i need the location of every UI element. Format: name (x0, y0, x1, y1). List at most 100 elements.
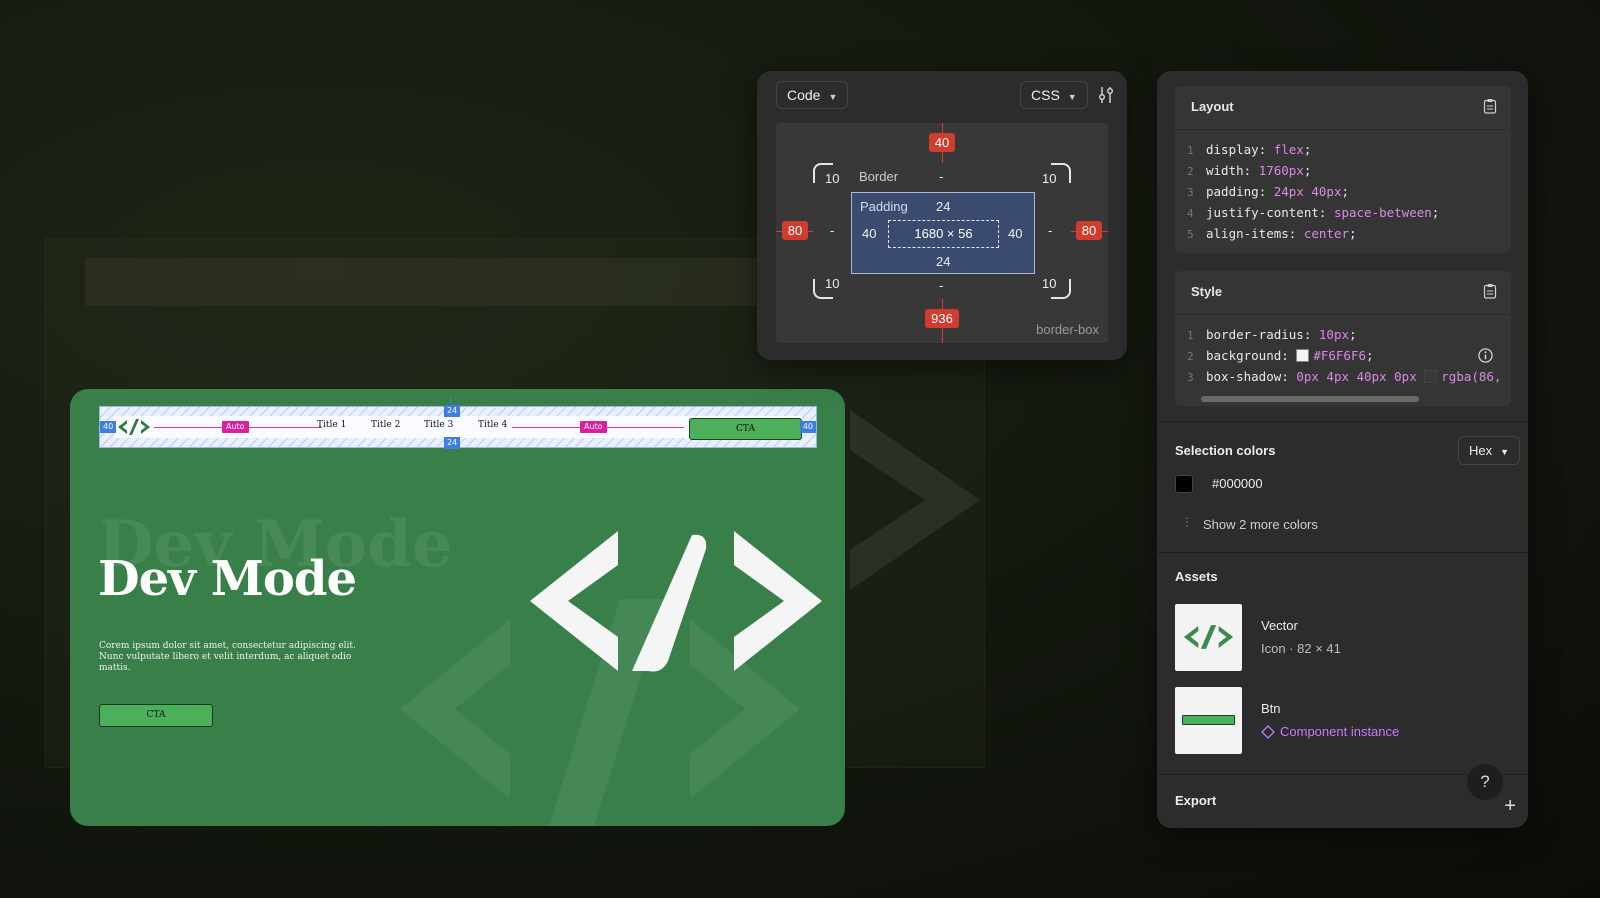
border-left-value: - (830, 223, 835, 238)
color-format-label: Hex (1468, 443, 1493, 458)
nav-title-4[interactable]: Title 4 (478, 420, 507, 430)
gap-bottom-tag: 24 (444, 437, 461, 449)
nav-content: Auto Title 1 Title 2 Title 3 Title 4 Aut… (114, 416, 802, 440)
style-code[interactable]: 1 border-radius: 10px; 2 background: #F6F6… (1175, 314, 1511, 387)
nav-cta-button[interactable]: CTA (689, 418, 802, 440)
padding-box: Padding 24 24 40 40 1680 × 56 (851, 192, 1035, 274)
color-format-dropdown[interactable]: Hex ▼ (1457, 436, 1520, 465)
btn-preview (1182, 715, 1235, 725)
language-dropdown[interactable]: CSS ▼ (1020, 81, 1088, 109)
code-logo-icon (1183, 625, 1234, 649)
asset-btn-thumbnail[interactable] (1175, 687, 1242, 754)
copy-clipboard-icon[interactable] (1483, 283, 1497, 299)
nav-title-2[interactable]: Title 2 (371, 420, 400, 430)
divider (1157, 421, 1528, 422)
border-top-value: - (939, 169, 944, 184)
horizontal-scrollbar[interactable] (1201, 396, 1419, 402)
radius-top-left: 10 (825, 171, 840, 186)
line-number: 2 (1187, 350, 1194, 363)
code-line: 3 padding: 24px 40px; (1175, 181, 1511, 202)
code-line: 2 background: #F6F6F6; (1175, 345, 1511, 366)
margin-left-value: 80 (782, 221, 808, 240)
css-property: align-items (1206, 226, 1289, 241)
css-value: #F6F6F6 (1313, 348, 1367, 363)
css-property: padding (1206, 184, 1259, 199)
radius-bottom-right: 10 (1042, 276, 1057, 291)
line-number: 3 (1187, 371, 1194, 384)
nav-title-1[interactable]: Title 1 (317, 420, 346, 430)
code-line: 2 width: 1760px; (1175, 160, 1511, 181)
margin-right-value: 80 (1076, 221, 1102, 240)
divider (1157, 774, 1528, 775)
border-bottom-value: - (939, 278, 944, 293)
chevron-down-icon: ▼ (828, 92, 838, 102)
settings-sliders-icon[interactable] (1097, 86, 1115, 104)
css-property: box-shadow (1206, 369, 1282, 384)
asset-btn-name: Btn (1261, 701, 1281, 716)
box-model-diagram: 40 936 80 80 10 10 10 10 Border - - - - … (776, 123, 1108, 343)
code-box-model-panel: Code ▼ CSS ▼ 40 936 80 80 10 10 10 10 Bord… (757, 71, 1127, 360)
asset-vector-thumbnail[interactable] (1175, 604, 1242, 671)
chevron-down-icon: ▼ (1067, 92, 1077, 102)
padding-right-value: 40 (1008, 226, 1023, 241)
asset-vector-name: Vector (1261, 618, 1298, 633)
nav-title-3[interactable]: Title 3 (424, 420, 453, 430)
color-swatch (1175, 475, 1193, 493)
radius-top-right: 10 (1042, 171, 1057, 186)
css-value: rgba(86, (1441, 369, 1502, 384)
content-size-box: 1680 × 56 (888, 220, 999, 248)
layout-title: Layout (1191, 99, 1234, 114)
code-line: 1 border-radius: 10px; (1175, 324, 1511, 345)
padding-top-value: 24 (936, 199, 951, 214)
line-number: 1 (1187, 144, 1194, 157)
color-hex: #000000 (1212, 476, 1263, 491)
show-more-colors-link[interactable]: Show 2 more colors (1203, 517, 1318, 532)
selection-colors-title: Selection colors (1175, 443, 1276, 458)
padding-bottom-value: 24 (936, 254, 951, 269)
asset-vector-meta: Icon · 82 × 41 (1261, 641, 1341, 656)
padding-right-tag: 40 (799, 421, 816, 433)
chevron-down-icon: ▼ (1500, 447, 1509, 457)
css-value: space-between (1333, 205, 1432, 220)
line-number: 5 (1187, 228, 1194, 241)
padding-left-value: 40 (862, 226, 877, 241)
auto-spacing-tag-right: Auto (580, 421, 607, 433)
help-button[interactable]: ? (1467, 764, 1503, 800)
divider (1157, 552, 1528, 553)
line-number: 1 (1187, 329, 1194, 342)
code-logo-icon (118, 419, 150, 435)
hero-body-text: Corem ipsum dolor sit amet, consectetur … (99, 641, 356, 673)
hero-title: Dev Mode (98, 551, 357, 607)
copy-clipboard-icon[interactable] (1483, 98, 1497, 114)
css-property: border-radius (1206, 327, 1304, 342)
info-icon[interactable] (1478, 348, 1493, 363)
add-export-icon[interactable]: + (1504, 795, 1516, 818)
code-line: 5 align-items: center; (1175, 223, 1511, 244)
line-number: 4 (1187, 207, 1194, 220)
layout-code[interactable]: 1 display: flex; 2 width: 1760px; 3 padding… (1175, 129, 1511, 244)
nav-frame-selected[interactable]: Auto Title 1 Title 2 Title 3 Title 4 Aut… (99, 397, 817, 449)
color-swatch (1424, 370, 1438, 383)
assets-title: Assets (1175, 569, 1218, 584)
gap-top-tag: 24 (444, 405, 461, 417)
css-value: center (1303, 226, 1350, 241)
component-diamond-icon (1261, 725, 1275, 739)
code-line: 3 box-shadow: 0px 4px 40px 0px rgba(86, (1175, 366, 1511, 387)
design-preview-card[interactable]: Auto Title 1 Title 2 Title 3 Title 4 Aut… (70, 389, 845, 826)
line-number: 2 (1187, 165, 1194, 178)
code-line: 1 display: flex; (1175, 139, 1511, 160)
box-sizing-label: border-box (1036, 322, 1099, 337)
style-card: Style 1 border-radius: 10px; 2 background:… (1175, 271, 1511, 406)
css-property: width (1206, 163, 1244, 178)
mode-dropdown[interactable]: Code ▼ (776, 81, 849, 109)
hero-cta-button[interactable]: CTA (99, 704, 213, 727)
margin-bottom-value: 936 (925, 309, 959, 328)
css-property: justify-content (1206, 205, 1319, 220)
background-nav-bar (85, 258, 785, 306)
css-value: 0px 4px 40px 0px (1296, 369, 1417, 384)
line-number: 3 (1187, 186, 1194, 199)
style-title: Style (1191, 284, 1223, 299)
css-value: 24px 40px (1273, 184, 1342, 199)
border-label: Border (859, 169, 899, 184)
auto-spacing-tag-left: Auto (222, 421, 249, 433)
